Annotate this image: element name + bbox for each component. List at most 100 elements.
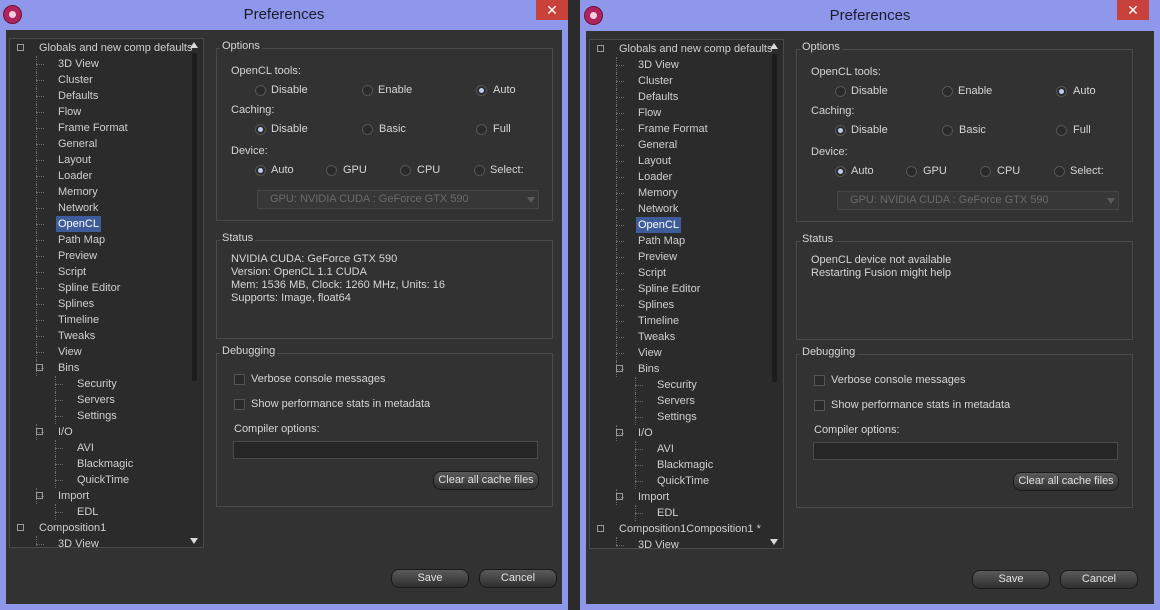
verbose-checkbox[interactable] (814, 375, 825, 386)
tree-item-servers[interactable]: Servers (10, 392, 188, 408)
opencl-tools-radio-enable[interactable] (362, 85, 373, 96)
tree-item-layout[interactable]: Layout (10, 152, 188, 168)
opencl-tools-radio-disable[interactable] (255, 85, 266, 96)
cancel-button[interactable]: Cancel (1060, 570, 1138, 589)
caching-radio-disable[interactable] (255, 124, 266, 135)
tree-item-defaults[interactable]: Defaults (10, 88, 188, 104)
tree-item-import[interactable]: Import (10, 488, 188, 504)
tree-item-bins[interactable]: Bins (10, 360, 188, 376)
clear-cache-button[interactable]: Clear all cache files (433, 471, 539, 490)
device-radio-cpu[interactable] (980, 166, 991, 177)
tree-item-layout[interactable]: Layout (590, 153, 768, 169)
opencl-tools-radio-auto[interactable] (476, 85, 487, 96)
tree-item-security[interactable]: Security (10, 376, 188, 392)
title-bar[interactable]: Preferences ✕ (580, 0, 1160, 30)
tree-item-preview[interactable]: Preview (590, 249, 768, 265)
tree-item-bins[interactable]: Bins (590, 361, 768, 377)
tree-item-import[interactable]: Import (590, 489, 768, 505)
tree-item-blackmagic[interactable]: Blackmagic (10, 456, 188, 472)
tree-item-path-map[interactable]: Path Map (10, 232, 188, 248)
tree-item-flow[interactable]: Flow (10, 104, 188, 120)
tree-expander-icon[interactable] (597, 525, 604, 532)
tree-item-general[interactable]: General (590, 137, 768, 153)
tree-expander-icon[interactable] (36, 428, 43, 435)
clear-cache-button[interactable]: Clear all cache files (1013, 472, 1119, 491)
tree-item-blackmagic[interactable]: Blackmagic (590, 457, 768, 473)
tree-item-flow[interactable]: Flow (590, 105, 768, 121)
tree-item-i-o[interactable]: I/O (590, 425, 768, 441)
scroll-down-arrow-icon[interactable] (770, 539, 778, 545)
tree-item-settings[interactable]: Settings (10, 408, 188, 424)
caching-radio-basic[interactable] (942, 125, 953, 136)
tree-item-script[interactable]: Script (10, 264, 188, 280)
tree-item-edl[interactable]: EDL (590, 505, 768, 521)
close-button[interactable]: ✕ (536, 0, 568, 20)
tree-item-memory[interactable]: Memory (10, 184, 188, 200)
tree-expander-icon[interactable] (17, 524, 24, 531)
cancel-button[interactable]: Cancel (479, 569, 557, 588)
tree-item-tweaks[interactable]: Tweaks (590, 329, 768, 345)
tree-item-view[interactable]: View (590, 345, 768, 361)
tree-item-general[interactable]: General (10, 136, 188, 152)
tree-item-defaults[interactable]: Defaults (590, 89, 768, 105)
tree-expander-icon[interactable] (36, 492, 43, 499)
tree-item-edl[interactable]: EDL (10, 504, 188, 520)
tree-expander-icon[interactable] (17, 44, 24, 51)
tree-item-avi[interactable]: AVI (590, 441, 768, 457)
tree-item-globals-and-new-comp-defaults[interactable]: Globals and new comp defaults (10, 40, 192, 56)
title-bar[interactable]: Preferences ✕ (0, 0, 568, 30)
tree-item-globals-and-new-comp-defaults[interactable]: Globals and new comp defaults (590, 41, 772, 57)
tree-item-script[interactable]: Script (590, 265, 768, 281)
tree-item-path-map[interactable]: Path Map (590, 233, 768, 249)
caching-radio-basic[interactable] (362, 124, 373, 135)
tree-item-avi[interactable]: AVI (10, 440, 188, 456)
tree-item-composition1[interactable]: Composition1Composition1 * (590, 521, 768, 537)
tree-item-composition1[interactable]: Composition1 (10, 520, 188, 536)
tree-item-opencl[interactable]: OpenCL (10, 216, 188, 232)
tree-item-frame-format[interactable]: Frame Format (10, 120, 188, 136)
tree-item-spline-editor[interactable]: Spline Editor (590, 281, 768, 297)
tree-item-servers[interactable]: Servers (590, 393, 768, 409)
tree-expander-icon[interactable] (597, 45, 604, 52)
tree-item-network[interactable]: Network (590, 201, 768, 217)
tree-item-opencl[interactable]: OpenCL (590, 217, 768, 233)
compiler-options-input[interactable] (813, 442, 1118, 460)
tree-scrollbar[interactable] (188, 39, 201, 547)
tree-item-3d-view[interactable]: 3D View (10, 56, 188, 72)
close-button[interactable]: ✕ (1117, 0, 1149, 20)
tree-item-cluster[interactable]: Cluster (10, 72, 188, 88)
scroll-up-arrow-icon[interactable] (770, 43, 778, 49)
tree-item-quicktime[interactable]: QuickTime (590, 473, 768, 489)
tree-expander-icon[interactable] (616, 429, 623, 436)
opencl-tools-radio-enable[interactable] (942, 86, 953, 97)
tree-item-3d-view[interactable]: 3D View (10, 536, 188, 547)
device-radio-auto[interactable] (255, 165, 266, 176)
opencl-tools-radio-auto[interactable] (1056, 86, 1067, 97)
device-radio-cpu[interactable] (400, 165, 411, 176)
gpu-device-combo[interactable]: GPU: NVIDIA CUDA : GeForce GTX 590 (837, 191, 1119, 210)
tree-item-3d-view[interactable]: 3D View (590, 57, 768, 73)
tree-item-splines[interactable]: Splines (10, 296, 188, 312)
tree-item-preview[interactable]: Preview (10, 248, 188, 264)
tree-item-loader[interactable]: Loader (590, 169, 768, 185)
tree-item-quicktime[interactable]: QuickTime (10, 472, 188, 488)
tree-item-cluster[interactable]: Cluster (590, 73, 768, 89)
caching-radio-disable[interactable] (835, 125, 846, 136)
caching-radio-full[interactable] (1056, 125, 1067, 136)
tree-item-loader[interactable]: Loader (10, 168, 188, 184)
tree-item-frame-format[interactable]: Frame Format (590, 121, 768, 137)
caching-radio-full[interactable] (476, 124, 487, 135)
compiler-options-input[interactable] (233, 441, 538, 459)
tree-item-network[interactable]: Network (10, 200, 188, 216)
tree-item-memory[interactable]: Memory (590, 185, 768, 201)
gpu-device-combo[interactable]: GPU: NVIDIA CUDA : GeForce GTX 590 (257, 190, 539, 209)
tree-item-settings[interactable]: Settings (590, 409, 768, 425)
perf-stats-checkbox[interactable] (814, 400, 825, 411)
device-radio-gpu[interactable] (326, 165, 337, 176)
tree-expander-icon[interactable] (36, 364, 43, 371)
device-radio-select[interactable] (474, 165, 485, 176)
tree-scrollbar[interactable] (768, 40, 781, 548)
tree-expander-icon[interactable] (616, 493, 623, 500)
tree-item-timeline[interactable]: Timeline (590, 313, 768, 329)
scroll-thumb[interactable] (772, 54, 777, 382)
